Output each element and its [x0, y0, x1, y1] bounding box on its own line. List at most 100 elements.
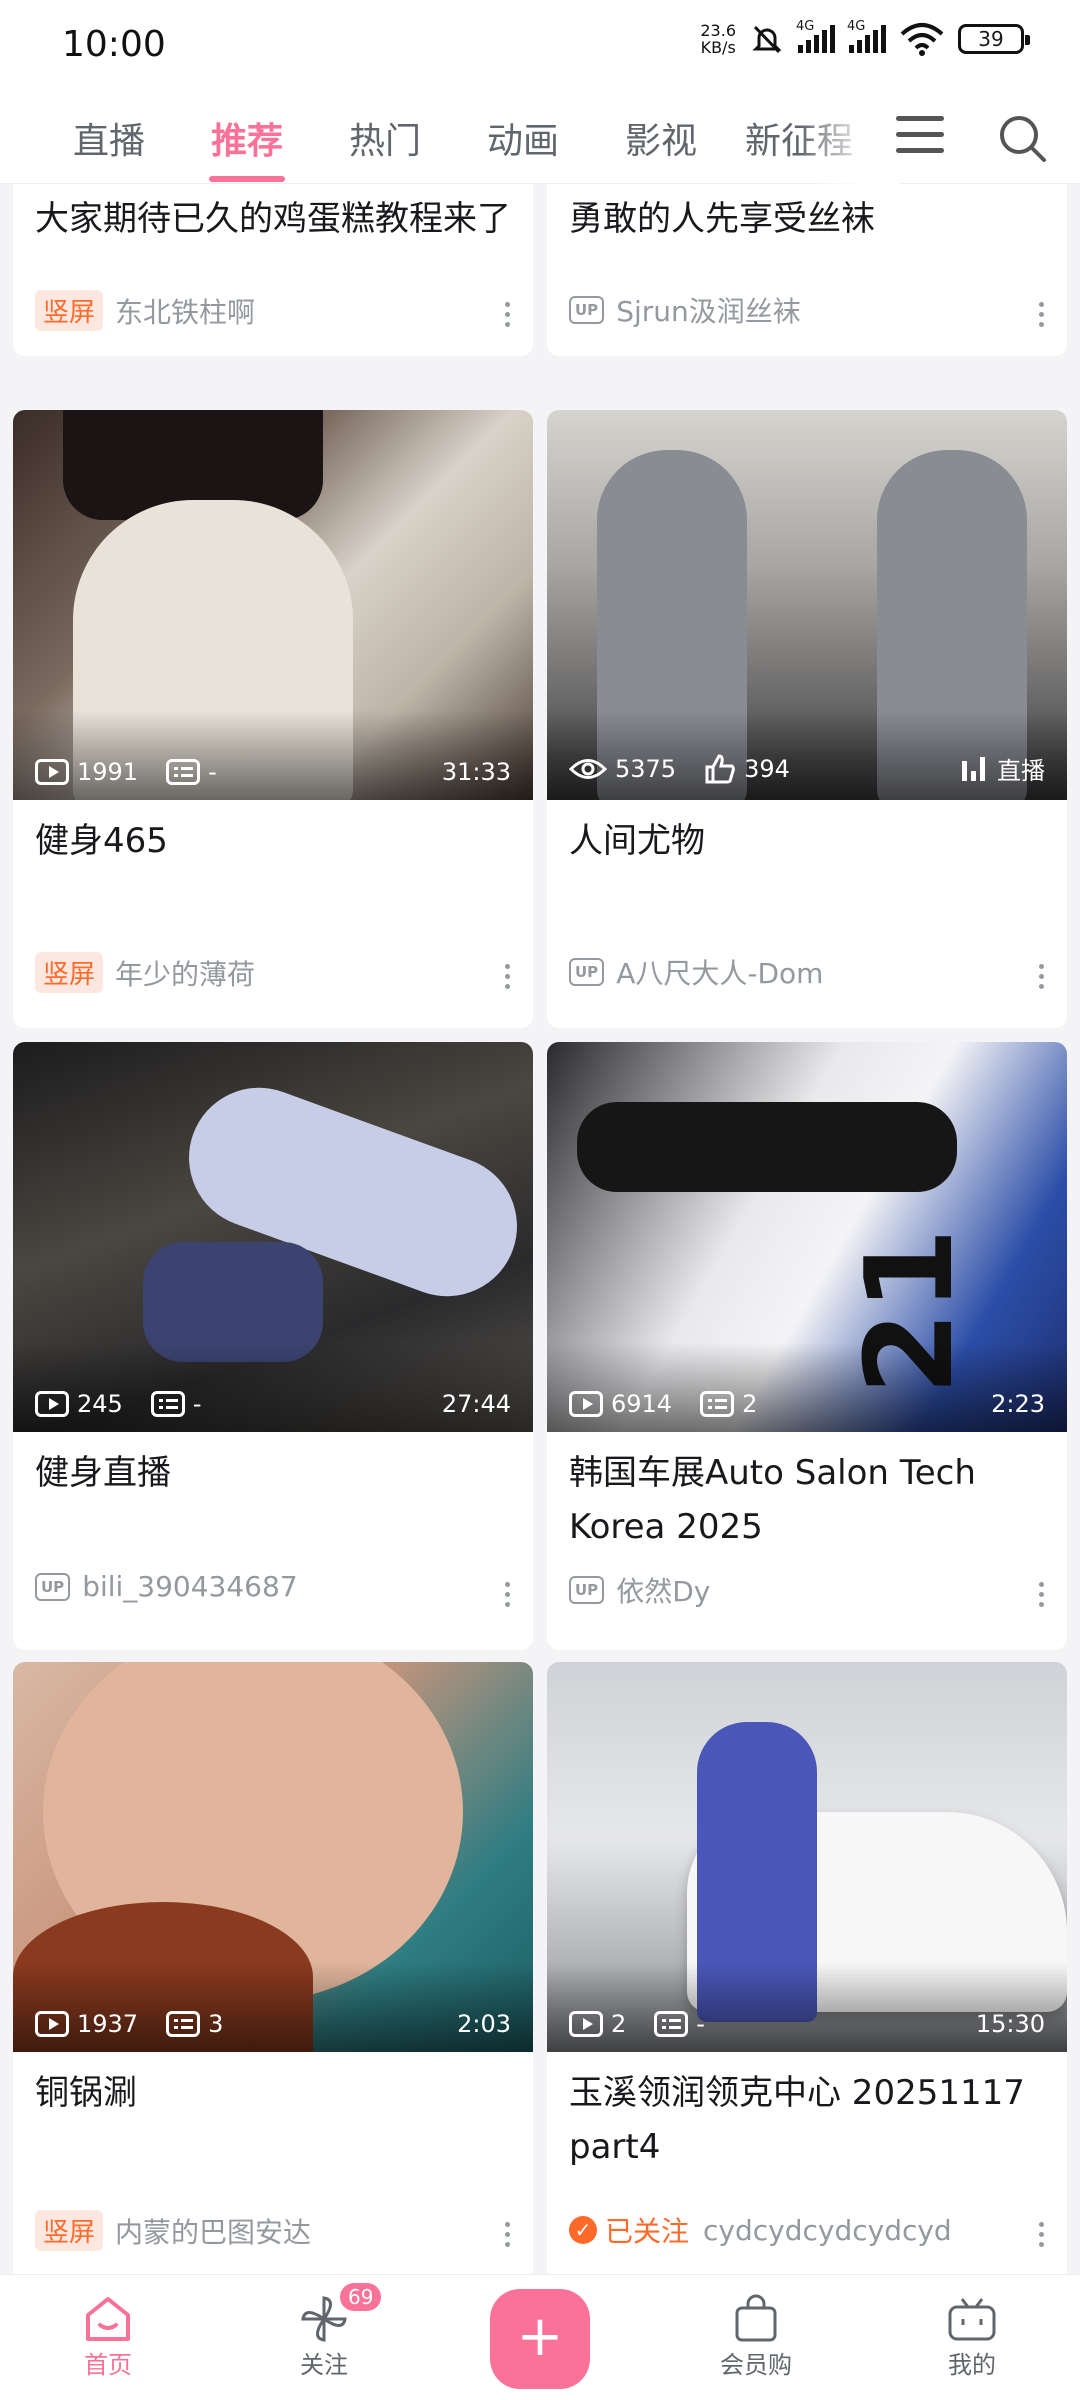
- video-duration: 15:30: [975, 2010, 1045, 2038]
- video-stats: 2 - 15:30: [569, 2010, 1045, 2038]
- play-count-icon: [569, 1391, 603, 1417]
- video-card[interactable]: 1937 3 2:03 铜锅涮 竖屏 内蒙的巴图安达: [13, 1662, 533, 2274]
- vertical-badge: 竖屏: [35, 2210, 104, 2251]
- shopping-bag-icon: [735, 2294, 777, 2342]
- video-title: 大家期待已久的鸡蛋糕教程来了: [35, 199, 511, 239]
- nav-mine[interactable]: 我的: [912, 2293, 1032, 2380]
- play-count-icon: [35, 1391, 69, 1417]
- status-time: 10:00: [62, 24, 166, 65]
- video-title: 韩国车展Auto Salon Tech Korea 2025: [569, 1453, 976, 1547]
- video-card[interactable]: 大家期待已久的鸡蛋糕教程来了 竖屏 东北铁柱啊: [13, 184, 533, 356]
- video-meta: UP 依然Dy: [569, 1570, 1045, 1610]
- danmaku-icon: [700, 1391, 735, 1417]
- tab-live[interactable]: 直播: [40, 112, 178, 164]
- check-icon: ✓: [569, 2216, 597, 2244]
- more-icon[interactable]: [1039, 302, 1045, 332]
- author-name[interactable]: A八尺大人-Dom: [616, 952, 823, 992]
- signal-icon: 4G: [796, 19, 835, 53]
- video-card[interactable]: 245 - 27:44 健身直播 UP bili_390434687: [13, 1042, 533, 1650]
- home-icon: [86, 2297, 130, 2341]
- tab-anime[interactable]: 动画: [454, 112, 592, 164]
- eye-icon: [569, 758, 607, 779]
- menu-icon[interactable]: [896, 116, 944, 160]
- tab-hot[interactable]: 热门: [316, 112, 454, 164]
- bottom-nav: 首页 关注 69 + 会员购 我的: [0, 2274, 1080, 2400]
- more-icon[interactable]: [1039, 1582, 1045, 1612]
- video-duration: 27:44: [441, 1390, 511, 1418]
- danmaku-icon: [654, 2011, 689, 2037]
- video-card[interactable]: 5375 394 直播 人间尤物 UP A八尺大人-Dom: [547, 410, 1067, 1028]
- video-stats: 245 - 27:44: [35, 1390, 511, 1418]
- thumbnail-figure: [577, 1102, 957, 1192]
- video-duration: 2:23: [991, 1390, 1045, 1418]
- video-thumbnail[interactable]: 5375 394 直播: [547, 410, 1067, 800]
- video-stats: 6914 2 2:23: [569, 1390, 1045, 1418]
- video-card[interactable]: 2 - 15:30 玉溪领润领克中心 20251117 part4 ✓ 已关注 c…: [547, 1662, 1067, 2274]
- follow-count-badge: 69: [340, 2283, 382, 2311]
- video-meta: UP A八尺大人-Dom: [569, 952, 1045, 992]
- video-stats: 1937 3 2:03: [35, 2010, 511, 2038]
- video-meta: 竖屏 内蒙的巴图安达: [35, 2210, 511, 2251]
- vertical-badge: 竖屏: [35, 290, 104, 331]
- video-thumbnail[interactable]: 1991 - 31:33: [13, 410, 533, 800]
- video-card[interactable]: 1991 - 31:33 健身465 竖屏 年少的薄荷: [13, 410, 533, 1028]
- network-speed: 23.6 KB/s: [700, 21, 736, 57]
- live-bars-icon: [962, 756, 985, 781]
- mute-icon: [752, 25, 782, 54]
- play-count-icon: [569, 2011, 603, 2037]
- video-card[interactable]: 21 6914 2 2:23 韩国车展Auto Salon Tech Korea…: [547, 1042, 1067, 1650]
- more-icon[interactable]: [1039, 2222, 1045, 2252]
- tv-icon: [948, 2298, 996, 2341]
- top-nav: 直播 推荐 热门 动画 影视 新征程: [0, 92, 1080, 184]
- video-thumbnail[interactable]: 2 - 15:30: [547, 1662, 1067, 2052]
- video-thumbnail[interactable]: 245 - 27:44: [13, 1042, 533, 1432]
- author-name[interactable]: 依然Dy: [616, 1570, 710, 1610]
- more-icon[interactable]: [1039, 964, 1045, 994]
- video-title: 人间尤物: [569, 821, 705, 861]
- more-icon[interactable]: [505, 1582, 511, 1612]
- video-title: 健身465: [35, 821, 168, 861]
- danmaku-icon: [166, 759, 201, 785]
- video-stats: 1991 - 31:33: [35, 758, 511, 786]
- publish-button[interactable]: +: [490, 2289, 590, 2389]
- nav-home[interactable]: 首页: [48, 2293, 168, 2380]
- up-badge: UP: [569, 1576, 605, 1604]
- tab-movies[interactable]: 影视: [592, 112, 730, 164]
- more-icon[interactable]: [505, 964, 511, 994]
- video-title: 健身直播: [35, 1453, 171, 1493]
- video-title: 玉溪领润领克中心 20251117 part4: [569, 2073, 1025, 2167]
- author-name[interactable]: cydcydcydcydcyd: [703, 2214, 952, 2247]
- more-icon[interactable]: [505, 2222, 511, 2252]
- wifi-icon: [900, 23, 944, 56]
- video-duration: 31:33: [441, 758, 511, 786]
- nav-vip-shop[interactable]: 会员购: [696, 2293, 816, 2380]
- author-name[interactable]: 东北铁柱啊: [115, 291, 255, 331]
- video-title: 铜锅涮: [35, 2073, 137, 2113]
- up-badge: UP: [569, 958, 605, 986]
- author-name[interactable]: 内蒙的巴图安达: [115, 2211, 311, 2251]
- up-badge: UP: [569, 296, 605, 324]
- tab-recommend[interactable]: 推荐: [178, 112, 316, 182]
- danmaku-icon: [150, 1391, 185, 1417]
- danmaku-icon: [166, 2011, 201, 2037]
- followed-badge: ✓ 已关注: [569, 2210, 689, 2250]
- more-icon[interactable]: [505, 302, 511, 332]
- video-stats: 5375 394 直播: [569, 751, 1045, 786]
- play-count-icon: [35, 2011, 69, 2037]
- tabs-fade: [800, 92, 900, 184]
- author-name[interactable]: 年少的薄荷: [115, 953, 255, 993]
- battery-indicator: 39: [958, 24, 1030, 54]
- search-icon[interactable]: [996, 112, 1048, 164]
- video-meta: ✓ 已关注 cydcydcydcydcyd: [569, 2210, 1045, 2250]
- video-meta: UP Sjrun汲润丝袜: [569, 290, 1045, 330]
- video-card[interactable]: 勇敢的人先享受丝袜 UP Sjrun汲润丝袜: [547, 184, 1067, 356]
- author-name[interactable]: Sjrun汲润丝袜: [616, 290, 801, 330]
- video-duration: 2:03: [457, 2010, 511, 2038]
- video-meta: UP bili_390434687: [35, 1570, 511, 1603]
- video-thumbnail[interactable]: 21 6914 2 2:23: [547, 1042, 1067, 1432]
- author-name[interactable]: bili_390434687: [82, 1570, 297, 1603]
- up-badge: UP: [35, 1572, 71, 1601]
- video-meta: 竖屏 东北铁柱啊: [35, 290, 511, 331]
- signal-icon-2: 4G: [847, 19, 886, 53]
- video-thumbnail[interactable]: 1937 3 2:03: [13, 1662, 533, 2052]
